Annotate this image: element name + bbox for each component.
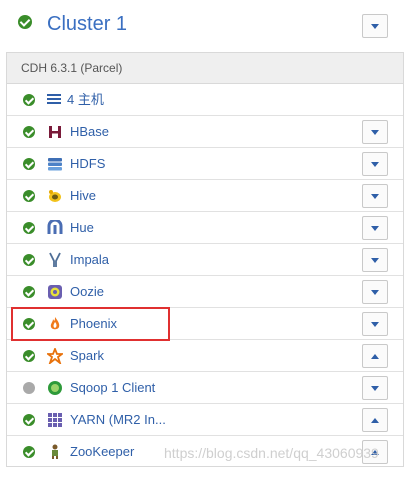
status-unknown-icon bbox=[23, 382, 35, 394]
service-menu-button[interactable] bbox=[362, 344, 388, 368]
hosts-link[interactable]: 4 主机 bbox=[67, 84, 104, 116]
yarn-icon bbox=[48, 413, 62, 427]
service-name[interactable]: Impala bbox=[70, 244, 109, 276]
service-row-hive: Hive bbox=[7, 180, 403, 212]
chevron-down-icon bbox=[371, 321, 379, 327]
cdh-version: CDH 6.3.1 (Parcel) bbox=[7, 53, 403, 84]
chevron-up-icon bbox=[371, 353, 379, 359]
cluster-menu-button[interactable] bbox=[362, 14, 388, 38]
status-ok-icon bbox=[23, 446, 35, 458]
chevron-down-icon bbox=[371, 289, 379, 295]
chevron-down-icon bbox=[371, 385, 379, 391]
service-name[interactable]: YARN (MR2 In... bbox=[70, 404, 166, 436]
service-row-phoenix: Phoenix bbox=[7, 308, 403, 340]
service-row-sqoop: Sqoop 1 Client bbox=[7, 372, 403, 404]
spark-icon bbox=[47, 348, 63, 364]
hive-icon bbox=[49, 190, 61, 202]
service-menu-button[interactable] bbox=[362, 248, 388, 272]
services-panel: CDH 6.3.1 (Parcel) 4 主机 HBase HDFS Hive bbox=[6, 52, 404, 467]
watermark: https://blog.csdn.net/qq_43060939 bbox=[164, 445, 379, 461]
chevron-down-icon bbox=[371, 23, 379, 29]
service-row-spark: Spark bbox=[7, 340, 403, 372]
status-ok-icon bbox=[23, 414, 35, 426]
chevron-down-icon bbox=[371, 193, 379, 199]
impala-icon bbox=[49, 252, 61, 267]
hue-icon bbox=[47, 220, 63, 234]
status-ok-icon bbox=[23, 94, 35, 106]
service-menu-button[interactable] bbox=[362, 280, 388, 304]
service-menu-button[interactable] bbox=[362, 312, 388, 336]
service-row-hbase: HBase bbox=[7, 116, 403, 148]
cluster-header: Cluster 1 bbox=[0, 0, 416, 52]
status-ok-icon bbox=[23, 286, 35, 298]
service-name[interactable]: Oozie bbox=[70, 276, 104, 308]
zookeeper-icon bbox=[52, 444, 58, 459]
service-name[interactable]: Phoenix bbox=[70, 308, 117, 340]
status-ok-icon bbox=[23, 222, 35, 234]
chevron-up-icon bbox=[371, 417, 379, 423]
chevron-down-icon bbox=[371, 225, 379, 231]
service-row-yarn: YARN (MR2 In... bbox=[7, 404, 403, 436]
hbase-icon bbox=[49, 126, 61, 138]
status-ok-icon bbox=[23, 350, 35, 362]
status-ok-icon bbox=[23, 318, 35, 330]
phoenix-icon bbox=[50, 317, 60, 330]
service-menu-button[interactable] bbox=[362, 376, 388, 400]
service-name[interactable]: HDFS bbox=[70, 148, 105, 180]
list-icon bbox=[47, 94, 61, 106]
cluster-status-ok-icon bbox=[18, 15, 32, 29]
status-ok-icon bbox=[23, 190, 35, 202]
oozie-icon bbox=[48, 285, 62, 299]
service-name[interactable]: Spark bbox=[70, 340, 104, 372]
sqoop-icon bbox=[48, 381, 62, 395]
service-row-hdfs: HDFS bbox=[7, 148, 403, 180]
status-ok-icon bbox=[23, 158, 35, 170]
chevron-down-icon bbox=[371, 161, 379, 167]
hosts-row[interactable]: 4 主机 bbox=[7, 84, 403, 116]
service-name[interactable]: HBase bbox=[70, 116, 109, 148]
service-menu-button[interactable] bbox=[362, 216, 388, 240]
service-name[interactable]: ZooKeeper bbox=[70, 436, 134, 468]
service-menu-button[interactable] bbox=[362, 120, 388, 144]
hdfs-icon bbox=[48, 158, 62, 171]
service-name[interactable]: Hive bbox=[70, 180, 96, 212]
service-row-hue: Hue bbox=[7, 212, 403, 244]
service-row-oozie: Oozie bbox=[7, 276, 403, 308]
status-ok-icon bbox=[23, 254, 35, 266]
service-menu-button[interactable] bbox=[362, 408, 388, 432]
service-row-impala: Impala bbox=[7, 244, 403, 276]
status-ok-icon bbox=[23, 126, 35, 138]
cluster-title[interactable]: Cluster 1 bbox=[47, 10, 127, 38]
service-menu-button[interactable] bbox=[362, 152, 388, 176]
service-menu-button[interactable] bbox=[362, 184, 388, 208]
service-name[interactable]: Sqoop 1 Client bbox=[70, 372, 155, 404]
chevron-down-icon bbox=[371, 129, 379, 135]
chevron-down-icon bbox=[371, 257, 379, 263]
service-name[interactable]: Hue bbox=[70, 212, 94, 244]
